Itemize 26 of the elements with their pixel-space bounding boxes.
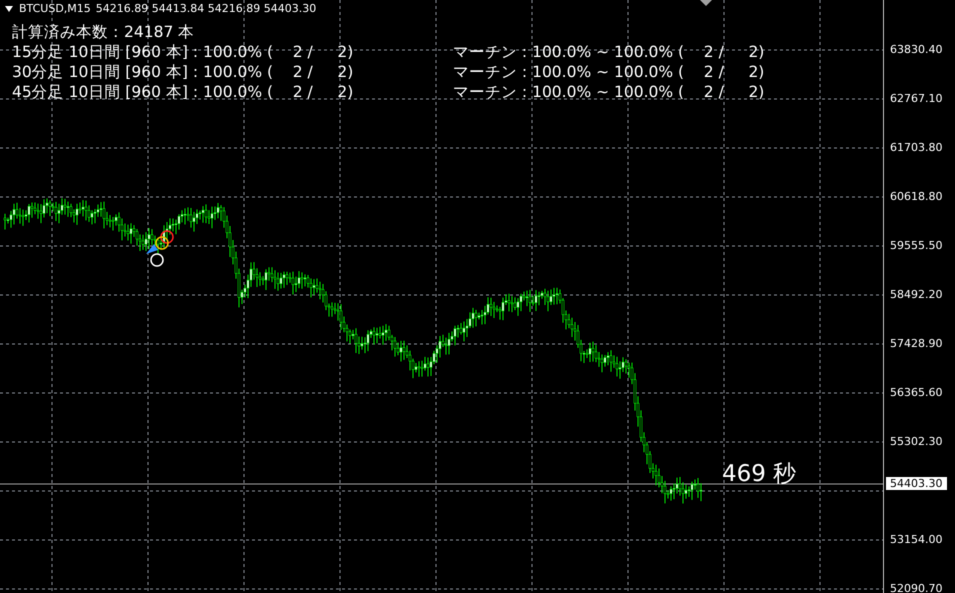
symbol-label: BTCUSD,M15 <box>19 2 91 15</box>
price-tick-label: 53154.00 <box>890 533 942 546</box>
price-tick-label: 52090.70 <box>890 582 942 593</box>
price-tick-label: 58492.20 <box>890 288 942 301</box>
arrow-icon <box>146 244 158 254</box>
price-tick-label: 63830.40 <box>890 43 942 56</box>
martingale-stat-text: マーチン : 100.0% ~ 100.0% ( 2 / 2) <box>453 62 764 82</box>
quote-values: 54216.89 54413.84 54216.89 54403.30 <box>96 2 316 15</box>
timeframe-stat-text: 30分足 10日間 [960 本] : 100.0% ( 2 / 2) <box>12 62 354 82</box>
shift-marker-icon <box>700 0 712 6</box>
price-tick-label: 56365.60 <box>890 386 942 399</box>
countdown-text: 469 秒 <box>722 460 796 489</box>
martingale-stat-text: マーチン : 100.0% ~ 100.0% ( 2 / 2) <box>453 82 764 102</box>
circle-marker <box>150 253 164 267</box>
price-tick-label: 59555.50 <box>890 239 942 252</box>
price-tick-label: 61703.80 <box>890 141 942 154</box>
current-price-label: 54403.30 <box>886 477 946 490</box>
price-tick-label: 62767.10 <box>890 92 942 105</box>
price-tick-label: 60618.80 <box>890 190 942 203</box>
dropdown-icon[interactable] <box>5 6 13 12</box>
price-tick-label: 55302.30 <box>890 435 942 448</box>
circle-marker <box>155 236 169 250</box>
circle-marker <box>160 230 174 244</box>
price-tick-label: 57428.90 <box>890 337 942 350</box>
bar-count-text: 計算済み本数：24187 本 <box>12 22 196 42</box>
timeframe-stat-text: 45分足 10日間 [960 本] : 100.0% ( 2 / 2) <box>12 82 354 102</box>
